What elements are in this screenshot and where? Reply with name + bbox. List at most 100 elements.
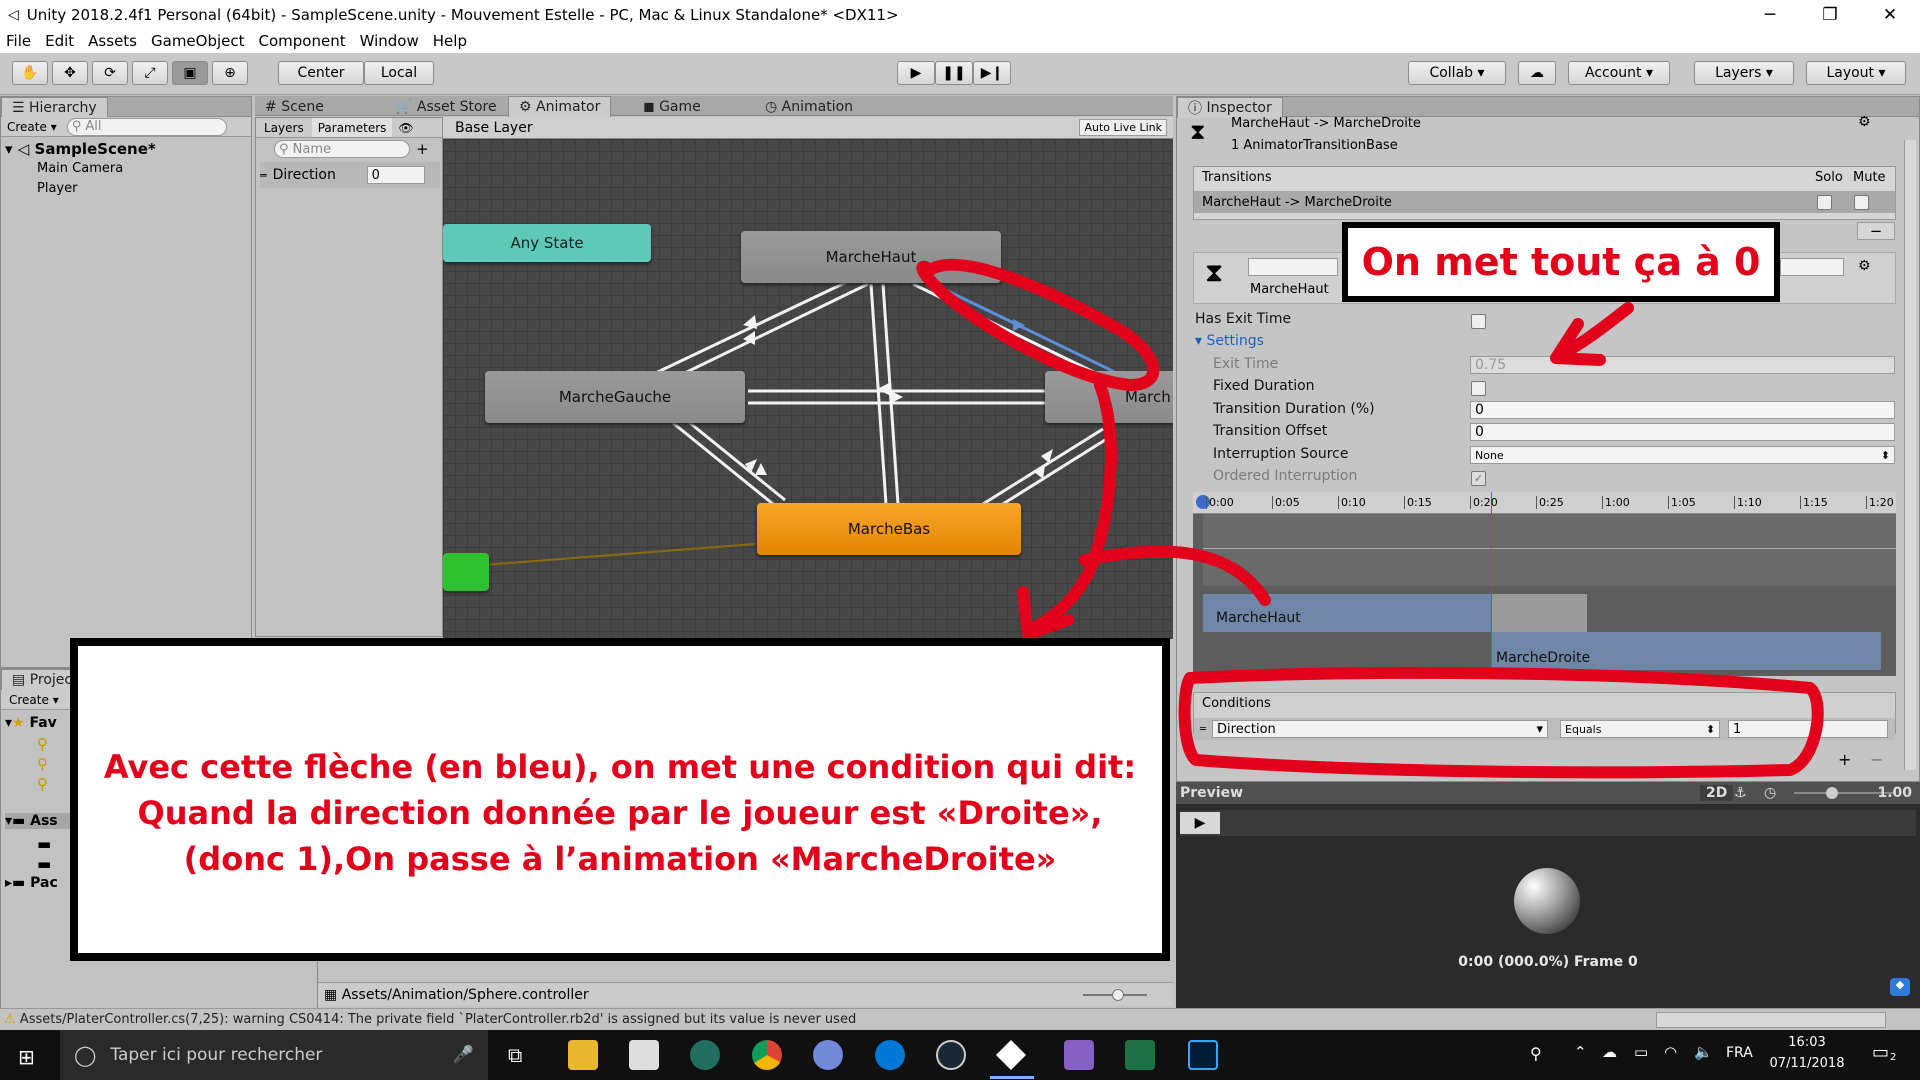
account-dropdown[interactable]: Account ▾ [1568,61,1670,85]
folder-icon[interactable]: ▬ [37,855,51,873]
track-overlap-bar[interactable] [1491,594,1587,632]
tab-layers[interactable]: Layers [256,121,312,135]
edge-icon[interactable] [875,1040,905,1070]
state-entry[interactable] [443,553,489,591]
settings-foldout[interactable]: ▾ Settings [1195,333,1264,349]
transition-droite-haut[interactable] [912,282,1109,381]
transition-name-input[interactable] [1248,258,1338,276]
transition-list-item[interactable]: MarcheHaut -> MarcheDroite [1194,191,1895,213]
tab-asset-store[interactable]: 🛒 Asset Store [385,96,507,117]
layers-dropdown[interactable]: Layers ▾ [1694,61,1794,85]
interruption-source-dropdown[interactable]: None ⬍ [1470,446,1895,464]
network-icon[interactable]: ◠ [1664,1043,1677,1061]
mute-checkbox[interactable] [1854,195,1869,210]
condition-row[interactable]: ═ Direction ▾ Equals ⬍ 1 [1194,718,1895,740]
pivot-center-button[interactable]: Center [278,61,364,85]
discord-icon[interactable] [813,1040,843,1070]
remove-condition-button[interactable]: − [1870,750,1883,769]
state-marche-droite[interactable]: March [1045,371,1173,423]
search-icon[interactable]: ⚲ [37,775,48,793]
taskbar-search[interactable]: ◯ Taper ici pour rechercher 🎤 [60,1030,488,1080]
condition-operator-dropdown[interactable]: Equals ⬍ [1560,720,1721,738]
entry-transition[interactable] [482,543,756,566]
clock-time[interactable]: 16:03 [1772,1035,1842,1050]
photoshop-icon[interactable] [1188,1040,1218,1070]
move-tool-icon[interactable]: ✥ [52,61,88,85]
drag-handle-icon[interactable]: ═ [1200,724,1206,735]
settings-icon[interactable]: ⚙ [1858,258,1871,274]
gitkraken-icon[interactable] [690,1040,720,1070]
close-button[interactable]: ✕ [1860,0,1920,29]
menu-component[interactable]: Component [259,32,346,50]
transition-name-input-end[interactable] [1780,258,1844,276]
preview-speed-thumb[interactable] [1826,787,1838,799]
tag-icon[interactable]: ◆ [1890,978,1910,996]
clock-date[interactable]: 07/11/2018 [1766,1056,1848,1071]
eye-icon[interactable]: 👁 [392,121,419,135]
unity-icon[interactable] [996,1040,1026,1070]
scene-row[interactable]: ▾ ◁ SampleScene* [5,139,249,159]
hierarchy-create-button[interactable]: Create ▾ [7,120,57,134]
menu-gameobject[interactable]: GameObject [151,32,245,50]
battery-icon[interactable]: ▭ [1634,1043,1648,1061]
steam-icon[interactable] [936,1040,966,1070]
hierarchy-item-player[interactable]: Player [37,181,77,196]
expand-arrow-icon[interactable]: ▾ [5,140,13,158]
layout-dropdown[interactable]: Layout ▾ [1806,61,1906,85]
tab-animator[interactable]: ⚙ Animator [508,96,612,117]
visual-studio-icon[interactable] [1064,1040,1094,1070]
condition-parameter-dropdown[interactable]: Direction ▾ [1212,720,1549,738]
settings-icon[interactable]: ⚙ [1858,114,1871,130]
scale-tool-icon[interactable]: ⤢ [132,61,168,85]
tab-hierarchy[interactable]: ☰ Hierarchy [1,97,108,118]
selected-transition-haut-droite[interactable] [922,277,1124,378]
search-icon[interactable]: ⚲ [37,755,48,773]
solo-checkbox[interactable] [1817,195,1832,210]
language-indicator[interactable]: FRA [1726,1045,1753,1061]
parameter-row[interactable]: ═ Direction 0 [260,162,440,188]
menu-edit[interactable]: Edit [45,32,74,50]
speed-icon[interactable]: ◷ [1764,785,1776,801]
menu-window[interactable]: Window [360,32,419,50]
transform-tool-icon[interactable]: ⊕ [212,61,248,85]
preview-2d-toggle[interactable]: 2D [1700,785,1734,801]
hand-tool-icon[interactable]: ✋ [12,61,48,85]
project-create-button[interactable]: Create ▾ [9,693,59,707]
task-view-icon[interactable]: ⧉ [508,1043,522,1067]
base-layer-breadcrumb[interactable]: Base Layer [455,120,533,136]
microphone-icon[interactable]: 🎤 [453,1045,474,1065]
action-center-icon[interactable]: ▭ [1872,1042,1889,1063]
status-warning[interactable]: Assets/PlaterController.cs(7,25): warnin… [20,1012,856,1027]
calculator-icon[interactable] [629,1040,659,1070]
tray-chevron-icon[interactable]: ⌃ [1574,1043,1587,1061]
menu-assets[interactable]: Assets [88,32,137,50]
step-button[interactable]: ▶❙ [973,61,1011,85]
add-condition-button[interactable]: + [1838,750,1851,769]
excel-icon[interactable] [1125,1040,1155,1070]
maximize-button[interactable]: ❐ [1800,0,1860,29]
param-name-search-input[interactable]: ⚲ Name [274,140,410,158]
cloud-icon[interactable]: ☁ [1518,61,1556,85]
state-marche-haut[interactable]: MarcheHaut [741,231,1001,283]
rotate-tool-icon[interactable]: ⟳ [92,61,128,85]
play-button[interactable]: ▶ [897,61,935,85]
onedrive-icon[interactable]: ☁ [1602,1043,1617,1061]
chrome-icon[interactable] [752,1040,782,1070]
state-marche-bas[interactable]: MarcheBas [757,503,1021,555]
windows-start-icon[interactable]: ⊞ [18,1045,35,1069]
state-any-state[interactable]: Any State [443,224,651,262]
tab-game[interactable]: ◼ Game [633,96,711,117]
transition-bas-gauche[interactable] [684,417,786,502]
transition-gauche-bas[interactable] [672,421,774,506]
state-marche-gauche[interactable]: MarcheGauche [485,371,745,423]
people-icon[interactable]: ⚲ [1530,1044,1542,1063]
packages-row[interactable]: ▸ ▬ Pac [5,875,58,891]
remove-transition-button[interactable]: − [1857,222,1895,240]
hierarchy-item-main-camera[interactable]: Main Camera [37,161,123,176]
rect-tool-icon[interactable]: ▣ [172,61,208,85]
fixed-duration-checkbox[interactable] [1471,381,1486,396]
search-icon[interactable]: ⚲ [37,735,48,753]
minimize-button[interactable]: ─ [1740,0,1800,29]
tab-scene[interactable]: # Scene [255,96,334,117]
menu-file[interactable]: File [6,32,31,50]
